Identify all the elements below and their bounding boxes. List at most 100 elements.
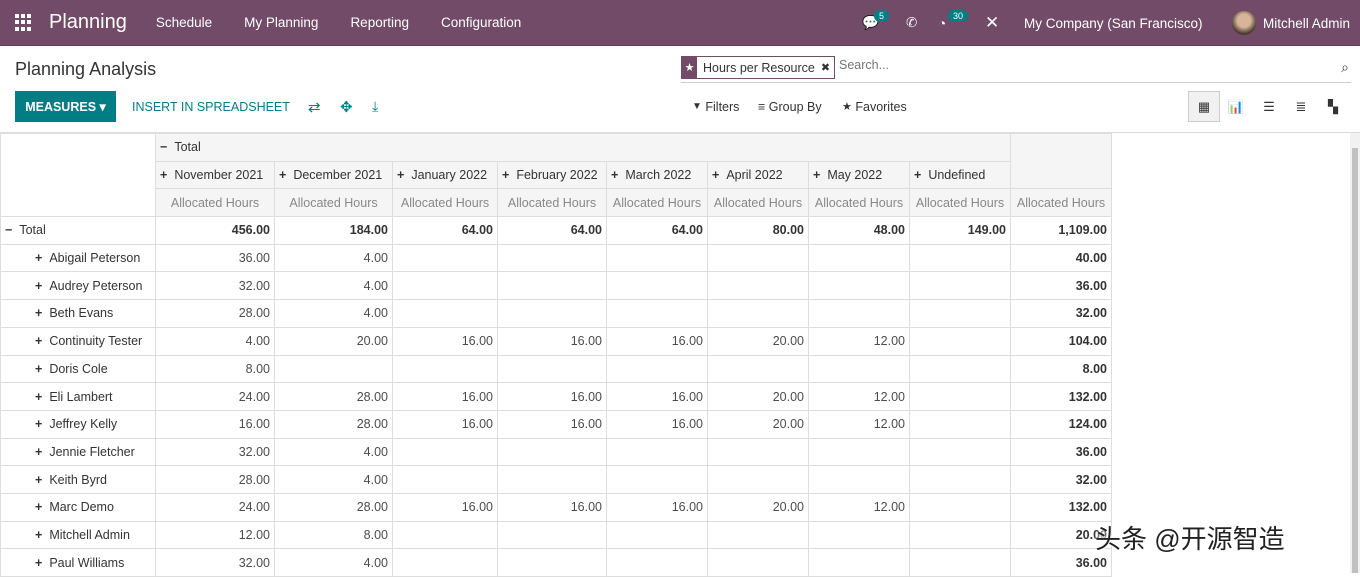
value-cell[interactable]	[909, 326, 1011, 356]
value-cell[interactable]	[909, 437, 1011, 467]
row-header[interactable]: + Abigail Peterson	[0, 243, 156, 273]
measure-header[interactable]: Allocated Hours	[497, 188, 607, 218]
col-header-month[interactable]: + December 2021	[274, 160, 393, 190]
remove-facet-icon[interactable]: ✖	[821, 61, 834, 74]
graph-view-icon[interactable]: 📊	[1220, 91, 1252, 122]
user-menu[interactable]: Mitchell Admin	[1232, 0, 1350, 46]
value-cell[interactable]	[497, 520, 607, 550]
measure-header[interactable]: Allocated Hours	[274, 188, 393, 218]
value-cell[interactable]	[497, 465, 607, 494]
row-total-cell[interactable]: 36.00	[1010, 437, 1112, 467]
row-header[interactable]: + Doris Cole	[0, 354, 156, 384]
phone-icon[interactable]: ✆	[906, 0, 917, 46]
value-cell[interactable]: 20.00	[707, 326, 809, 356]
value-cell[interactable]	[909, 382, 1011, 411]
total-cell[interactable]: 64.00	[392, 216, 498, 245]
total-cell[interactable]: 149.00	[909, 216, 1011, 245]
value-cell[interactable]	[909, 354, 1011, 384]
value-cell[interactable]	[497, 271, 607, 301]
row-total-cell[interactable]: 132.00	[1010, 492, 1112, 522]
flip-axis-icon[interactable]: ⇄	[308, 91, 321, 122]
messages-icon[interactable]: 💬 5	[862, 0, 890, 46]
value-cell[interactable]: 16.00	[497, 409, 607, 439]
value-cell[interactable]: 32.00	[155, 548, 275, 577]
total-cell[interactable]: 1,109.00	[1010, 216, 1112, 245]
value-cell[interactable]: 12.00	[808, 409, 910, 439]
value-cell[interactable]: 28.00	[155, 465, 275, 494]
value-cell[interactable]: 36.00	[155, 243, 275, 273]
value-cell[interactable]: 16.00	[497, 382, 607, 411]
row-header-total[interactable]: − Total	[0, 216, 156, 245]
row-total-cell[interactable]: 36.00	[1010, 271, 1112, 301]
measure-header[interactable]: Allocated Hours	[155, 188, 275, 218]
row-header[interactable]: + Paul Williams	[0, 548, 156, 577]
value-cell[interactable]	[606, 465, 708, 494]
col-header-month[interactable]: + November 2021	[155, 160, 275, 190]
value-cell[interactable]	[497, 548, 607, 577]
row-header[interactable]: + Mitchell Admin	[0, 520, 156, 550]
apps-menu-icon[interactable]	[15, 13, 33, 32]
value-cell[interactable]: 32.00	[155, 437, 275, 467]
row-total-cell[interactable]: 40.00	[1010, 243, 1112, 273]
value-cell[interactable]: 16.00	[392, 409, 498, 439]
measure-header[interactable]: Allocated Hours	[808, 188, 910, 218]
value-cell[interactable]: 16.00	[497, 326, 607, 356]
value-cell[interactable]: 16.00	[497, 492, 607, 522]
row-total-cell[interactable]: 32.00	[1010, 299, 1112, 328]
total-cell[interactable]: 48.00	[808, 216, 910, 245]
value-cell[interactable]: 4.00	[274, 465, 393, 494]
col-header-total[interactable]: − Total	[155, 133, 1011, 162]
value-cell[interactable]: 28.00	[274, 382, 393, 411]
value-cell[interactable]	[909, 299, 1011, 328]
value-cell[interactable]	[606, 548, 708, 577]
value-cell[interactable]	[909, 548, 1011, 577]
group-by-button[interactable]: ≡ Group By	[758, 91, 822, 122]
kanban-view-icon[interactable]: ▚	[1317, 91, 1349, 122]
value-cell[interactable]	[808, 465, 910, 494]
col-header-month[interactable]: + Undefined	[909, 160, 1011, 190]
value-cell[interactable]	[606, 437, 708, 467]
value-cell[interactable]: 4.00	[274, 271, 393, 301]
value-cell[interactable]: 16.00	[392, 326, 498, 356]
row-header[interactable]: + Continuity Tester	[0, 326, 156, 356]
row-header[interactable]: + Audrey Peterson	[0, 271, 156, 301]
value-cell[interactable]	[909, 492, 1011, 522]
value-cell[interactable]	[274, 354, 393, 384]
value-cell[interactable]: 28.00	[274, 409, 393, 439]
value-cell[interactable]	[909, 243, 1011, 273]
gantt-view-icon[interactable]: ☰	[1253, 91, 1285, 122]
value-cell[interactable]	[808, 354, 910, 384]
app-name[interactable]: Planning	[49, 11, 127, 34]
search-icon[interactable]: ⌕	[1341, 59, 1349, 76]
row-total-cell[interactable]: 104.00	[1010, 326, 1112, 356]
value-cell[interactable]: 24.00	[155, 382, 275, 411]
value-cell[interactable]: 28.00	[274, 492, 393, 522]
value-cell[interactable]	[392, 437, 498, 467]
row-header[interactable]: + Keith Byrd	[0, 465, 156, 494]
value-cell[interactable]: 12.00	[808, 326, 910, 356]
list-view-icon[interactable]: ≣	[1285, 91, 1317, 122]
value-cell[interactable]	[707, 437, 809, 467]
value-cell[interactable]	[606, 271, 708, 301]
value-cell[interactable]	[707, 271, 809, 301]
total-cell[interactable]: 456.00	[155, 216, 275, 245]
value-cell[interactable]: 4.00	[274, 299, 393, 328]
debug-tools-icon[interactable]: ✕	[985, 0, 999, 46]
value-cell[interactable]	[909, 465, 1011, 494]
value-cell[interactable]	[707, 548, 809, 577]
value-cell[interactable]: 12.00	[808, 382, 910, 411]
value-cell[interactable]	[606, 243, 708, 273]
value-cell[interactable]: 8.00	[274, 520, 393, 550]
row-header[interactable]: + Beth Evans	[0, 299, 156, 328]
menu-my-planning[interactable]: My Planning	[244, 15, 318, 30]
total-cell[interactable]: 64.00	[497, 216, 607, 245]
row-header[interactable]: + Jennie Fletcher	[0, 437, 156, 467]
value-cell[interactable]: 16.00	[606, 382, 708, 411]
value-cell[interactable]	[808, 243, 910, 273]
measure-header[interactable]: Allocated Hours	[1010, 188, 1112, 218]
value-cell[interactable]	[808, 520, 910, 550]
row-total-cell[interactable]: 8.00	[1010, 354, 1112, 384]
value-cell[interactable]: 4.00	[155, 326, 275, 356]
value-cell[interactable]	[707, 299, 809, 328]
value-cell[interactable]: 4.00	[274, 548, 393, 577]
